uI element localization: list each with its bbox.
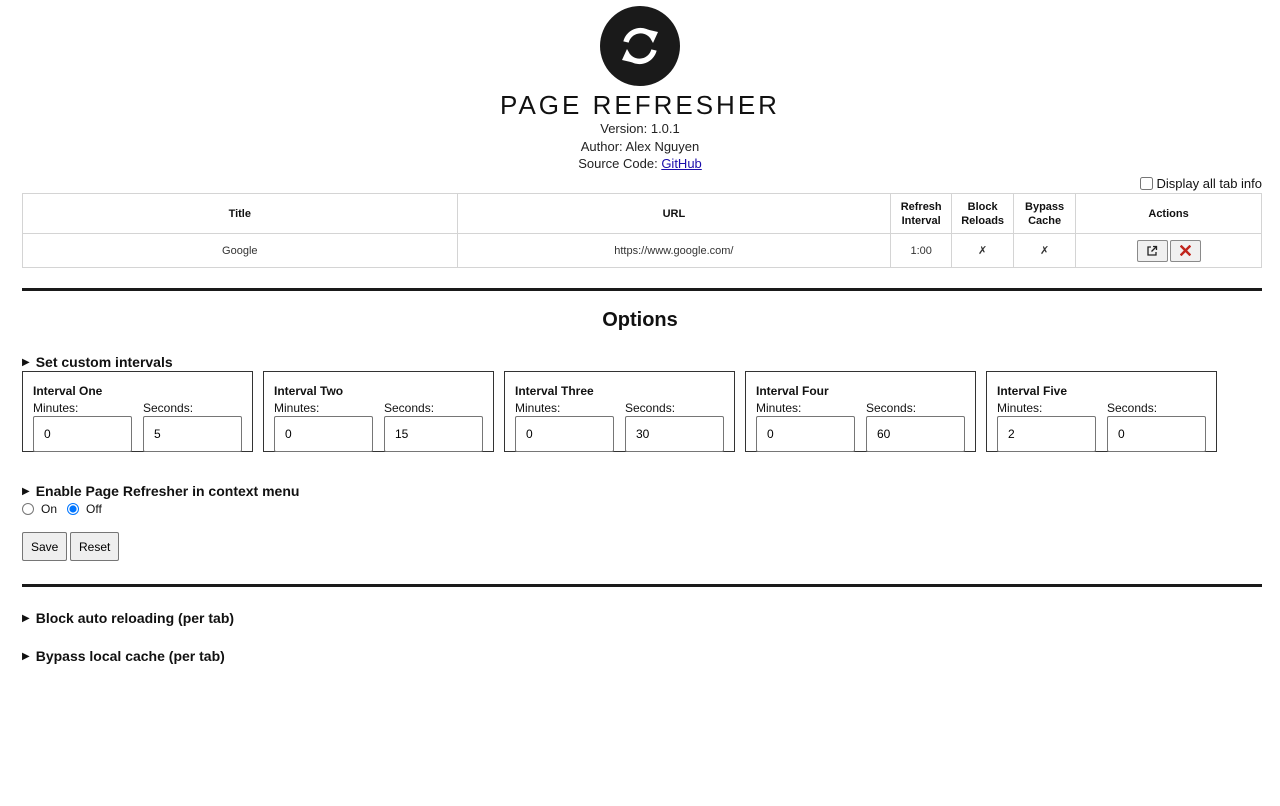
version-text: Version: 1.0.1 [600,121,680,136]
display-all-label: Display all tab info [1156,176,1263,191]
options-title: Options [602,309,678,331]
interval-one-fieldset: Interval One Minutes: Seconds: [22,371,253,452]
divider [22,584,1262,587]
col-refresh-interval: Refresh Interval [890,193,953,234]
block-auto-reloading-label: Block auto reloading (per tab) [35,610,235,626]
col-title: Title [22,193,458,234]
col-block-reloads: Block Reloads [951,193,1015,234]
remove-tab-button[interactable] [1169,239,1201,262]
context-menu-radio-group: On Off [22,502,102,516]
row-bypass-cache: ✗ [1013,233,1077,268]
col-bypass-cache: Bypass Cache [1013,193,1077,234]
custom-intervals-toggle[interactable]: ▶ Set custom intervals [22,354,173,370]
interval-three-seconds-input[interactable] [625,416,724,452]
open-tab-button[interactable] [1136,239,1168,262]
context-menu-off-radio[interactable] [67,503,80,515]
minutes-label: Minutes: [756,401,802,415]
col-refresh-line2: Interval [901,214,941,227]
interval-three-minutes-input[interactable] [515,416,614,452]
interval-four-fieldset: Interval Four Minutes: Seconds: [745,371,976,452]
table-row: Google https://www.google.com/ 1:00 ✗ ✗ [22,233,1262,268]
app-title: PAGE REFRESHER [500,90,780,120]
context-menu-label: Enable Page Refresher in context menu [35,483,300,499]
interval-two-seconds-input[interactable] [384,416,483,452]
disclosure-triangle-icon: ▶ [22,612,30,624]
row-block-reloads: ✗ [951,233,1015,268]
table-header-row: Title URL Refresh Interval Block Reloads B… [22,193,1262,234]
disclosure-triangle-icon: ▶ [22,485,30,497]
block-auto-reloading-toggle[interactable]: ▶ Block auto reloading (per tab) [22,610,234,626]
row-title: Google [22,233,458,268]
disclosure-triangle-icon: ▶ [22,356,30,368]
source-code-line: Source Code: GitHub [0,155,1280,173]
header: PAGE REFRESHER Version: 1.0.1 Author: Al… [0,6,1280,173]
interval-name: Interval Four [756,384,829,398]
bypass-local-cache-label: Bypass local cache (per tab) [35,648,225,664]
interval-three-fieldset: Interval Three Minutes: Seconds: [504,371,735,452]
display-all-tab-info[interactable]: Display all tab info [1139,176,1263,191]
seconds-label: Seconds: [866,401,917,415]
source-code-label: Source Code: [578,156,662,171]
minutes-label: Minutes: [997,401,1043,415]
col-actions: Actions [1075,193,1262,234]
col-block-line1: Block [967,200,998,213]
interval-five-minutes-input[interactable] [997,416,1096,452]
close-icon [1179,245,1191,256]
col-bypass-line2: Cache [1028,214,1062,227]
interval-one-minutes-input[interactable] [33,416,132,452]
context-menu-on-radio[interactable] [22,503,34,515]
interval-name: Interval Two [274,384,344,398]
interval-two-minutes-input[interactable] [274,416,373,452]
interval-two-fieldset: Interval Two Minutes: Seconds: [263,371,494,452]
intervals-row: Interval One Minutes: Seconds: Interval … [22,371,1217,452]
interval-five-seconds-input[interactable] [1107,416,1206,452]
interval-four-minutes-input[interactable] [756,416,855,452]
interval-five-fieldset: Interval Five Minutes: Seconds: [986,371,1217,452]
reset-button[interactable]: Reset [70,532,120,561]
col-refresh-line1: Refresh [900,200,942,213]
col-block-line2: Reloads [961,214,1005,227]
display-all-checkbox[interactable] [1139,177,1153,190]
author-text: Author: Alex Nguyen [580,138,700,154]
interval-one-seconds-input[interactable] [143,416,242,452]
seconds-label: Seconds: [1107,401,1158,415]
bypass-local-cache-toggle[interactable]: ▶ Bypass local cache (per tab) [22,648,225,664]
tabs-table: Title URL Refresh Interval Block Reloads B… [22,193,1262,268]
save-button[interactable]: Save [22,532,68,561]
disclosure-triangle-icon: ▶ [22,650,30,662]
col-bypass-line1: Bypass [1025,200,1065,213]
row-interval: 1:00 [890,233,953,268]
external-link-icon [1147,245,1158,256]
interval-name: Interval One [33,384,103,398]
seconds-label: Seconds: [143,401,194,415]
context-menu-off-label[interactable]: Off [86,502,102,516]
interval-four-seconds-input[interactable] [866,416,965,452]
custom-intervals-label: Set custom intervals [35,354,173,370]
divider [22,288,1262,291]
interval-name: Interval Five [997,384,1068,398]
github-link[interactable]: GitHub [661,156,701,171]
row-url: https://www.google.com/ [456,233,892,268]
seconds-label: Seconds: [384,401,435,415]
interval-name: Interval Three [515,384,594,398]
minutes-label: Minutes: [515,401,561,415]
context-menu-on-label[interactable]: On [41,502,57,516]
row-actions [1075,233,1262,268]
seconds-label: Seconds: [625,401,676,415]
minutes-label: Minutes: [33,401,79,415]
minutes-label: Minutes: [274,401,320,415]
col-url: URL [456,193,892,234]
context-menu-toggle[interactable]: ▶ Enable Page Refresher in context menu [22,483,299,499]
refresh-logo-icon [600,6,680,86]
